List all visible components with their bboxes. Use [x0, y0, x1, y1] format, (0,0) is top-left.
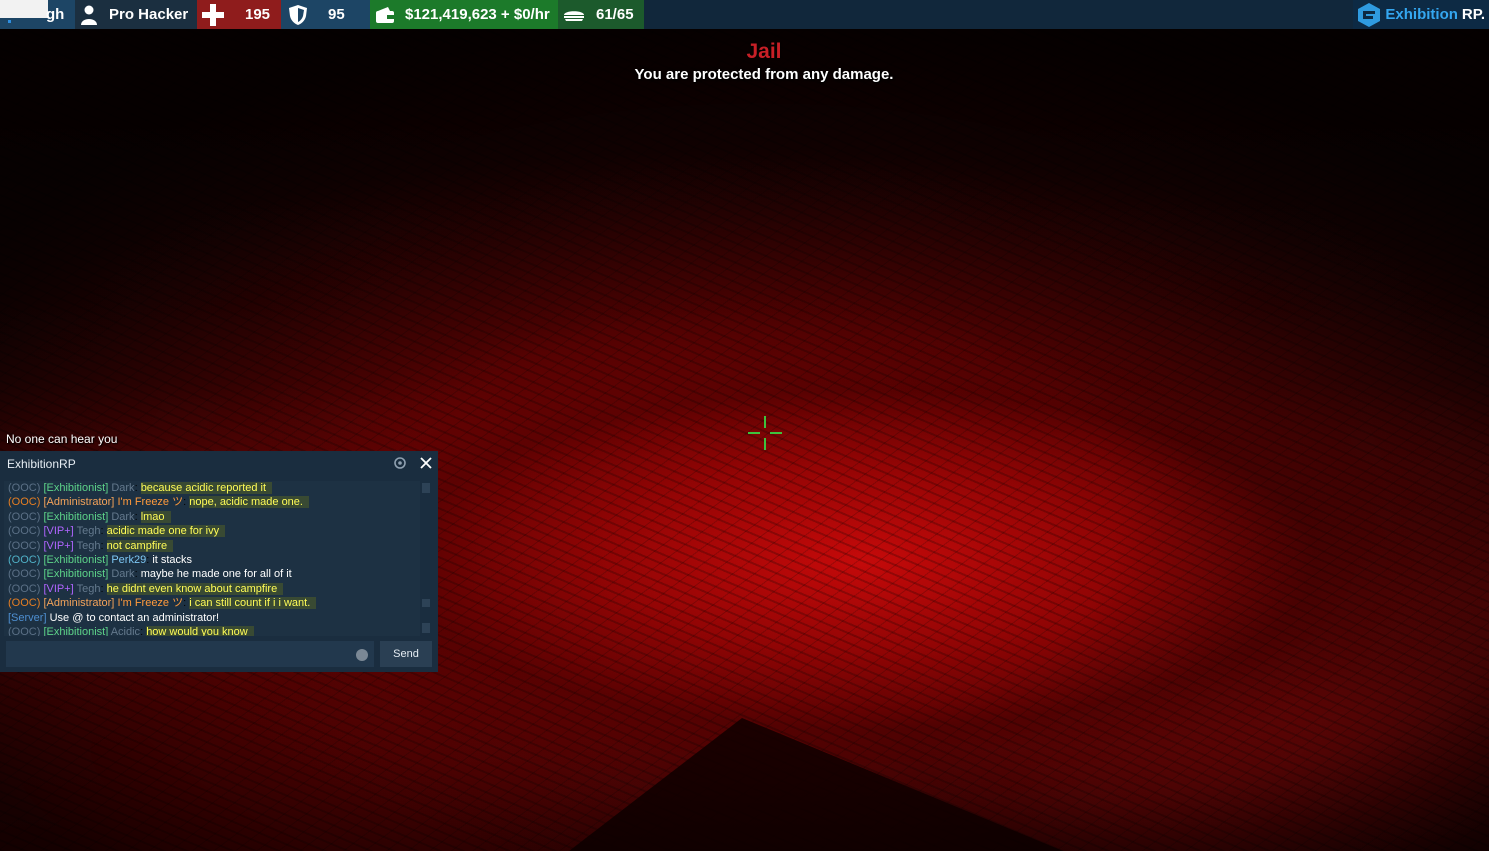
hud-job: Pro Hacker: [75, 0, 197, 29]
health-cross-icon: [201, 3, 225, 27]
rank-tag: [VIP+]: [43, 582, 74, 595]
shield-icon: [288, 4, 308, 26]
chat-message: it stacks: [152, 554, 193, 567]
hud-player-name: gh: [0, 0, 75, 29]
jail-notice: Jail You are protected from any damage.: [0, 40, 1489, 86]
chat-line: (OOC) [Exhibitionist] Perk29: it stacks: [8, 554, 193, 567]
rank-tag: [VIP+]: [43, 539, 74, 552]
voice-status: No one can hear you: [6, 432, 118, 446]
money-value: $121,419,623 + $0/hr: [405, 6, 550, 23]
chat-message: lmao: [140, 510, 171, 523]
brand-name-part2: RP.: [1461, 6, 1485, 23]
player-name[interactable]: Acidic: [111, 626, 140, 636]
scroll-down[interactable]: [422, 623, 430, 633]
game-scene: [0, 0, 1489, 851]
rank-tag: [VIP+]: [43, 525, 74, 538]
chat-message: not campfire: [106, 539, 174, 552]
chat-log[interactable]: (OOC) [Exhibitionist] Dark: because acid…: [4, 481, 420, 636]
chat-line: (OOC) [VIP+] Tegh: not campfire: [4, 539, 420, 553]
chat-message: i can still count if i i want.: [189, 597, 317, 610]
player-name[interactable]: Dark: [111, 511, 134, 523]
ooc-tag: (OOC): [8, 626, 41, 636]
chat-message: he didnt even know about campfire: [106, 582, 284, 595]
chat-line: (OOC) [Administrator] I'm Freeze ツ: nope…: [4, 495, 420, 509]
health-value: 195: [245, 6, 271, 23]
chat-message: nope, acidic made one.: [189, 496, 309, 509]
player-name[interactable]: Tegh: [77, 583, 101, 595]
scroll-up[interactable]: [422, 483, 430, 493]
close-icon[interactable]: [419, 455, 433, 471]
hunger-value: 61/65: [596, 6, 634, 23]
scene-vignette: [0, 0, 1489, 851]
chat-line: (OOC) [Exhibitionist] Dark: lmao: [4, 510, 420, 524]
hud-health: 195: [197, 0, 281, 29]
ooc-tag: (OOC): [8, 554, 41, 567]
rank-tag: [Exhibitionist]: [43, 626, 109, 636]
user-icon: [81, 5, 97, 25]
brand-logo: Exhibition RP.: [1353, 0, 1489, 29]
emoji-icon[interactable]: [356, 649, 368, 661]
chat-input[interactable]: [6, 641, 374, 667]
chat-line: (OOC) [Exhibitionist] Dark: maybe he mad…: [8, 568, 292, 581]
chat-line: (OOC) [VIP+] Tegh: acidic made one for i…: [4, 524, 420, 538]
armor-value: 95: [328, 6, 345, 23]
chat-window: ExhibitionRP (OOC) [Exhibitionist] Dark:…: [0, 451, 438, 672]
ooc-tag: (OOC): [8, 568, 41, 581]
chat-line: (OOC) [Exhibitionist] Acidic: how would …: [4, 625, 420, 636]
rank-tag: [Administrator]: [43, 597, 115, 610]
rank-tag: [Administrator]: [43, 496, 115, 509]
jail-message: You are protected from any damage.: [634, 66, 894, 83]
jail-title: Jail: [746, 40, 782, 63]
hud-hunger: 61/65: [558, 0, 644, 29]
chat-message: acidic made one for ivy: [106, 525, 226, 538]
job-label: Pro Hacker: [109, 6, 189, 23]
player-name[interactable]: Tegh: [77, 540, 101, 552]
send-button[interactable]: Send: [380, 641, 432, 667]
chat-title: ExhibitionRP: [7, 457, 76, 471]
ooc-tag: (OOC): [8, 597, 41, 610]
wallet-icon: [375, 6, 395, 24]
brand-logo-icon: [1357, 2, 1381, 28]
chat-message: because acidic reported it: [140, 482, 273, 494]
scroll-thumb[interactable]: [422, 599, 430, 607]
chat-line: [Server] Use @ to contact an administrat…: [4, 611, 420, 625]
player-name[interactable]: Dark: [111, 568, 134, 580]
ooc-tag: (OOC): [8, 525, 41, 538]
brand-name-part1: Exhibition: [1385, 6, 1458, 23]
chat-header: ExhibitionRP: [0, 451, 438, 477]
chat-message: Use @ to contact an administrator!: [49, 611, 220, 624]
player-name[interactable]: I'm Freeze ツ: [117, 597, 183, 609]
rank-tag: [Exhibitionist]: [43, 568, 109, 581]
ooc-tag: (OOC): [8, 496, 41, 509]
chat-message: how would you know: [146, 626, 254, 636]
player-name[interactable]: Perk29: [111, 554, 146, 566]
player-name-text: gh: [46, 6, 65, 23]
player-name[interactable]: Dark: [111, 482, 134, 494]
crosshair-icon: [748, 416, 782, 450]
chat-message: maybe he made one for all of it: [140, 568, 292, 581]
gear-icon[interactable]: [394, 456, 406, 470]
chat-line: (OOC) [VIP+] Tegh: he didnt even know ab…: [4, 582, 420, 596]
chat-scrollbar[interactable]: [421, 481, 430, 636]
ooc-tag: (OOC): [8, 510, 41, 523]
name-overlay: [0, 0, 48, 18]
player-name[interactable]: Tegh: [77, 525, 101, 537]
server-tag: [Server]: [8, 611, 47, 624]
ooc-tag: (OOC): [8, 539, 41, 552]
name-dot: [8, 20, 11, 23]
chat-line: (OOC) [Administrator] I'm Freeze ツ: i ca…: [4, 596, 420, 610]
rank-tag: [Exhibitionist]: [43, 510, 109, 523]
ooc-tag: (OOC): [8, 482, 41, 494]
chat-line: (OOC) [Exhibitionist] Dark: because acid…: [4, 481, 420, 495]
hud-bar: gh Pro Hacker 195 95 $121,419,623 + $0/h…: [0, 0, 1489, 29]
ooc-tag: (OOC): [8, 582, 41, 595]
hud-armor: 95: [281, 0, 370, 29]
hud-money: $121,419,623 + $0/hr: [370, 0, 558, 29]
rank-tag: [Exhibitionist]: [43, 554, 109, 567]
rank-tag: [Exhibitionist]: [43, 482, 109, 494]
food-icon: [563, 8, 585, 22]
player-name[interactable]: I'm Freeze ツ: [117, 496, 183, 508]
